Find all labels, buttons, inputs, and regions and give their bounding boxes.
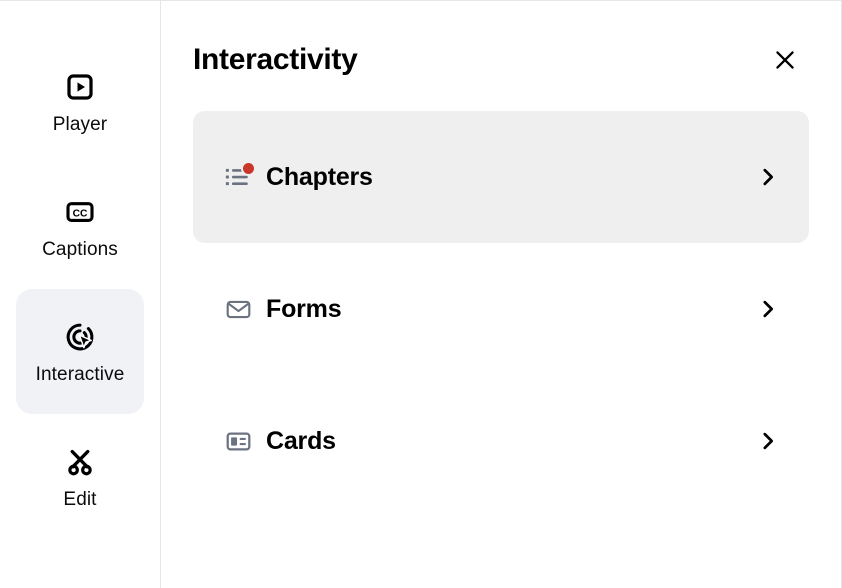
list-item-chapters-label: Chapters xyxy=(266,165,373,190)
interactive-icon xyxy=(64,320,96,354)
interactivity-options-list: Chapters Forms xyxy=(193,111,809,507)
sidebar-item-edit[interactable]: Edit xyxy=(16,414,144,539)
sidebar-item-player[interactable]: Player xyxy=(16,39,144,164)
sidebar-item-captions-label: Captions xyxy=(42,240,118,259)
list-item-cards-label: Cards xyxy=(266,429,336,454)
chevron-right-icon[interactable] xyxy=(753,162,783,192)
player-icon xyxy=(65,70,95,104)
sidebar-item-interactive[interactable]: Interactive xyxy=(16,289,144,414)
left-nav-sidebar: Player CC Captions Interactive xyxy=(0,1,161,588)
interactivity-main-panel: Interactivity xyxy=(161,1,841,588)
interactivity-panel-window: Player CC Captions Interactive xyxy=(0,0,842,588)
list-item-forms-content: Forms xyxy=(223,294,753,324)
captions-icon: CC xyxy=(65,195,95,229)
panel-header: Interactivity xyxy=(193,1,809,111)
list-item-cards[interactable]: Cards xyxy=(193,375,809,507)
close-icon xyxy=(772,47,798,73)
card-icon xyxy=(223,426,253,456)
sidebar-item-player-label: Player xyxy=(53,115,107,134)
page-title: Interactivity xyxy=(193,45,358,75)
scissors-icon xyxy=(64,445,96,479)
envelope-icon xyxy=(223,294,253,324)
sidebar-item-captions[interactable]: CC Captions xyxy=(16,164,144,289)
list-item-forms-label: Forms xyxy=(266,297,341,322)
svg-text:CC: CC xyxy=(73,208,88,219)
close-button[interactable] xyxy=(765,40,805,80)
list-item-chapters-content: Chapters xyxy=(223,162,753,192)
sidebar-item-edit-label: Edit xyxy=(63,490,96,509)
list-item-forms[interactable]: Forms xyxy=(193,243,809,375)
chevron-right-icon[interactable] xyxy=(753,294,783,324)
list-item-chapters[interactable]: Chapters xyxy=(193,111,809,243)
chevron-right-icon[interactable] xyxy=(753,426,783,456)
sidebar-item-interactive-label: Interactive xyxy=(36,365,125,384)
notification-badge-dot xyxy=(241,161,256,176)
list-icon xyxy=(223,162,253,192)
list-item-cards-content: Cards xyxy=(223,426,753,456)
